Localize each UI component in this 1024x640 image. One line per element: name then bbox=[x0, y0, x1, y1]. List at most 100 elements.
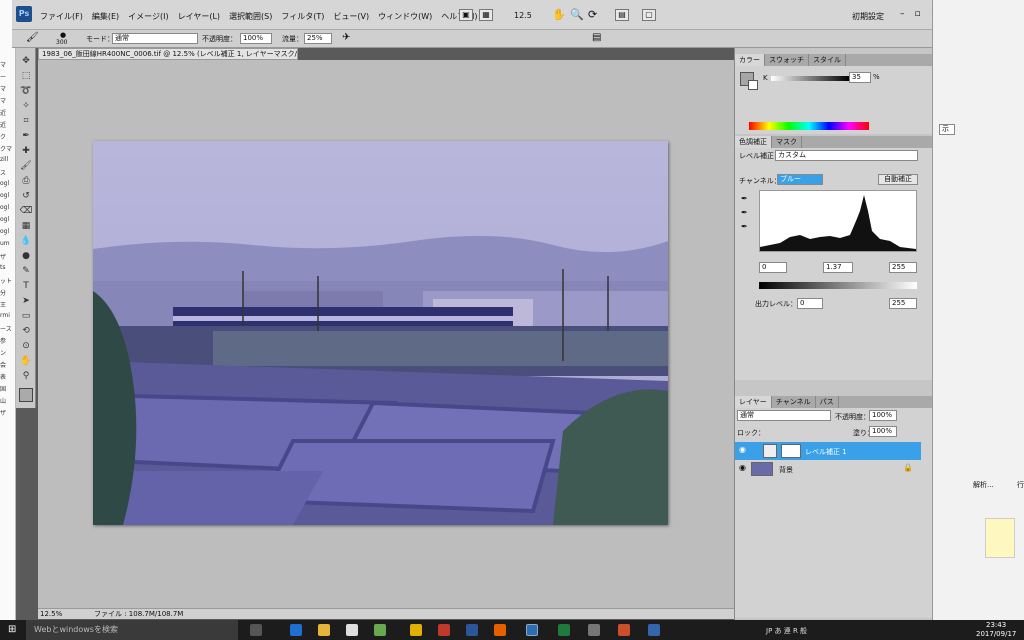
app-icon-2[interactable] bbox=[410, 624, 422, 636]
quick-select-icon[interactable]: ✧ bbox=[19, 99, 33, 113]
menu-item[interactable]: レイヤー(L) bbox=[178, 11, 220, 22]
menu-item[interactable]: フィルタ(T) bbox=[281, 11, 324, 22]
background-swatch[interactable] bbox=[748, 80, 758, 90]
flow-input[interactable]: 25% bbox=[304, 33, 332, 44]
dodge-tool-icon[interactable]: ● bbox=[19, 249, 33, 263]
firefox-icon[interactable] bbox=[494, 624, 506, 636]
layer-row-background[interactable]: ◉ 背景 🔒 bbox=[735, 460, 921, 478]
marquee-tool-icon[interactable]: ⬚ bbox=[19, 69, 33, 83]
app-icon-5[interactable] bbox=[648, 624, 660, 636]
app-icon-4[interactable] bbox=[588, 624, 600, 636]
edge-icon[interactable] bbox=[290, 624, 302, 636]
input-gamma[interactable]: 1.37 bbox=[823, 262, 853, 273]
app-icon-3[interactable] bbox=[438, 624, 450, 636]
clone-stamp-icon[interactable]: ⎙ bbox=[19, 174, 33, 188]
k-value-input[interactable]: 35 bbox=[849, 72, 871, 83]
black-eyedropper-icon[interactable]: ✒ bbox=[741, 194, 748, 203]
gray-eyedropper-icon[interactable]: ✒ bbox=[741, 208, 748, 217]
tab-paths[interactable]: パス bbox=[816, 396, 839, 408]
levels-preset-select[interactable]: カスタム bbox=[775, 150, 918, 161]
eraser-tool-icon[interactable]: ⌫ bbox=[19, 204, 33, 218]
rotate-view-icon[interactable]: ⟳ bbox=[588, 8, 597, 21]
gradient-tool-icon[interactable]: ▦ bbox=[19, 219, 33, 233]
3d-camera-icon[interactable]: ⊙ bbox=[19, 339, 33, 353]
hand-tool-icon[interactable]: ✋ bbox=[552, 8, 566, 21]
arrange-documents-icon[interactable]: ▤ bbox=[615, 9, 629, 21]
airbrush-icon[interactable]: ✈ bbox=[342, 32, 350, 43]
move-tool-icon[interactable]: ✥ bbox=[19, 54, 33, 68]
document-photo[interactable] bbox=[93, 141, 668, 525]
taskbar-search[interactable]: Webとwindowsを検索 bbox=[26, 620, 238, 640]
word-icon[interactable] bbox=[466, 624, 478, 636]
tab-swatches[interactable]: スウォッチ bbox=[765, 54, 809, 66]
brush-tool-icon[interactable]: 🖌 bbox=[19, 159, 33, 173]
color-ramp[interactable] bbox=[749, 122, 869, 130]
explorer-icon[interactable] bbox=[318, 624, 330, 636]
background-window-button[interactable]: 示 bbox=[939, 124, 955, 135]
tab-color[interactable]: カラー bbox=[735, 54, 765, 66]
excel-icon[interactable] bbox=[558, 624, 570, 636]
document-tab[interactable]: 1983_06_飯田線HR400NC_0006.tif @ 12.5% (レベル… bbox=[38, 48, 298, 60]
k-slider[interactable] bbox=[771, 76, 849, 81]
opacity-input[interactable]: 100% bbox=[240, 33, 272, 44]
app-icon[interactable] bbox=[374, 624, 386, 636]
shape-tool-icon[interactable]: ▭ bbox=[19, 309, 33, 323]
tab-styles[interactable]: スタイル bbox=[809, 54, 846, 66]
brush-tool-preset-icon[interactable]: 🖌 bbox=[26, 32, 39, 43]
background-window-tab[interactable]: 解析... bbox=[973, 480, 994, 490]
windows-start-icon[interactable]: ⊞ bbox=[8, 624, 16, 635]
bridge-icon[interactable]: ▣ bbox=[459, 9, 473, 21]
brush-panel-icon[interactable]: ▤ bbox=[592, 32, 601, 43]
minimize-button[interactable]: – bbox=[900, 9, 905, 19]
tab-channels[interactable]: チャンネル bbox=[772, 396, 816, 408]
zoom-level[interactable]: 12.5 bbox=[514, 11, 532, 20]
layer-opacity-input[interactable]: 100% bbox=[869, 410, 897, 421]
background-window-tab-2[interactable]: 行 bbox=[1017, 480, 1024, 490]
workspace-switcher[interactable]: 初期設定 bbox=[852, 11, 884, 22]
visibility-eye-icon[interactable]: ◉ bbox=[739, 445, 746, 454]
menu-item[interactable]: イメージ(I) bbox=[128, 11, 168, 22]
brush-picker-icon[interactable]: ● bbox=[60, 31, 66, 39]
pen-tool-icon[interactable]: ✎ bbox=[19, 264, 33, 278]
crop-tool-icon[interactable]: ⌗ bbox=[19, 114, 33, 128]
input-white[interactable]: 255 bbox=[889, 262, 917, 273]
tab-adjustments[interactable]: 色調補正 bbox=[735, 136, 772, 148]
menu-item[interactable]: ファイル(F) bbox=[40, 11, 83, 22]
lasso-tool-icon[interactable]: ➰ bbox=[19, 84, 33, 98]
3d-rotate-icon[interactable]: ⟲ bbox=[19, 324, 33, 338]
photoshop-task-icon[interactable] bbox=[526, 624, 538, 636]
powerpoint-icon[interactable] bbox=[618, 624, 630, 636]
path-select-icon[interactable]: ➤ bbox=[19, 294, 33, 308]
zoom-tool-icon[interactable]: ⚲ bbox=[19, 369, 33, 383]
layer-mask-thumbnail[interactable] bbox=[781, 444, 801, 458]
mode-select[interactable]: 通常 bbox=[112, 33, 198, 44]
channel-select[interactable]: ブルー bbox=[777, 174, 823, 185]
restore-button[interactable]: ▫ bbox=[915, 9, 921, 19]
foreground-color-swatch[interactable] bbox=[19, 388, 33, 402]
output-white[interactable]: 255 bbox=[889, 298, 917, 309]
blur-tool-icon[interactable]: 💧 bbox=[19, 234, 33, 248]
blend-mode-select[interactable]: 通常 bbox=[737, 410, 831, 421]
status-zoom[interactable]: 12.5% bbox=[40, 609, 62, 620]
output-gradient[interactable] bbox=[759, 282, 917, 289]
tab-layers[interactable]: レイヤー bbox=[735, 396, 772, 408]
eyedropper-tool-icon[interactable]: ✒ bbox=[19, 129, 33, 143]
hand-tool-icon[interactable]: ✋ bbox=[19, 354, 33, 368]
history-brush-icon[interactable]: ↺ bbox=[19, 189, 33, 203]
menu-item[interactable]: ビュー(V) bbox=[333, 11, 369, 22]
output-black[interactable]: 0 bbox=[797, 298, 823, 309]
ime-indicator[interactable]: JP あ 連 R 般 bbox=[766, 626, 807, 636]
zoom-tool-icon[interactable]: 🔍 bbox=[570, 8, 584, 21]
minibridge-icon[interactable]: ▦ bbox=[479, 9, 493, 21]
healing-brush-icon[interactable]: ✚ bbox=[19, 144, 33, 158]
menu-item[interactable]: ウィンドウ(W) bbox=[378, 11, 432, 22]
auto-button[interactable]: 自動補正 bbox=[878, 174, 918, 185]
input-black[interactable]: 0 bbox=[759, 262, 787, 273]
white-eyedropper-icon[interactable]: ✒ bbox=[741, 222, 748, 231]
fill-input[interactable]: 100% bbox=[869, 426, 897, 437]
type-tool-icon[interactable]: T bbox=[19, 279, 33, 293]
clock-date[interactable]: 2017/09/17 bbox=[976, 630, 1016, 638]
task-view-icon[interactable] bbox=[250, 624, 262, 636]
screen-mode-icon[interactable]: ▢ bbox=[642, 9, 656, 21]
tab-masks[interactable]: マスク bbox=[772, 136, 802, 148]
